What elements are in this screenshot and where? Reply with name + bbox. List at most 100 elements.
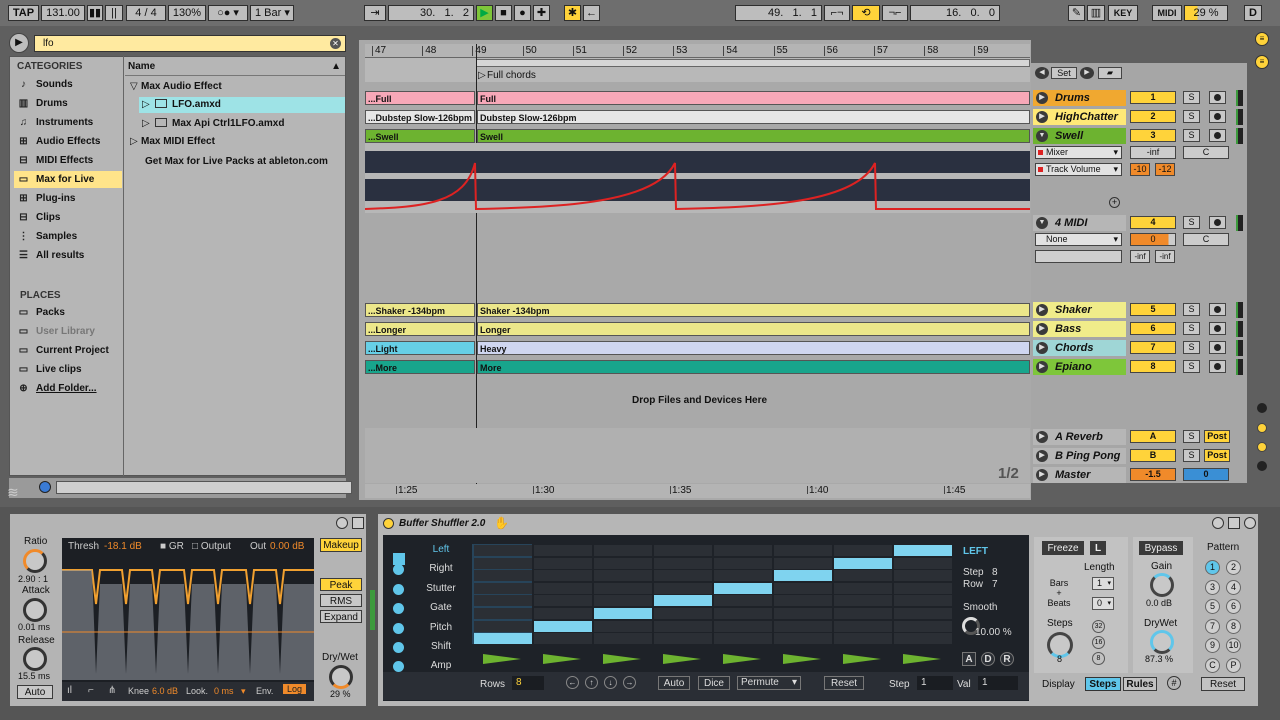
step-cell[interactable] bbox=[834, 608, 892, 619]
auto-release-button[interactable]: Auto bbox=[17, 685, 53, 699]
preview-waveform[interactable] bbox=[56, 481, 352, 494]
clip-right[interactable]: Dubstep Slow-126bpm bbox=[477, 110, 1030, 124]
step-cell[interactable] bbox=[774, 633, 832, 645]
punch-in-icon[interactable]: ⌐¬ bbox=[824, 5, 850, 21]
step-cell[interactable] bbox=[594, 608, 652, 619]
automation-param-dropdown[interactable]: Track Volume ▾ bbox=[1035, 163, 1122, 176]
ratio-knob[interactable] bbox=[23, 549, 47, 573]
step-edit-field[interactable]: 1 bbox=[917, 676, 953, 690]
track-fold-icon[interactable]: ▼ bbox=[1036, 130, 1048, 142]
step-cell[interactable] bbox=[474, 570, 532, 582]
expand-button[interactable]: Expand bbox=[320, 610, 362, 623]
locator-label[interactable]: Full chords bbox=[487, 70, 536, 81]
step-cell[interactable] bbox=[714, 582, 772, 594]
step-cell[interactable] bbox=[894, 595, 952, 607]
arm-button[interactable] bbox=[1209, 360, 1226, 373]
pattern-reset-button[interactable]: Reset bbox=[1201, 677, 1245, 691]
track-header-shaker[interactable]: ▶ Shaker bbox=[1033, 302, 1126, 318]
step-cell[interactable] bbox=[714, 557, 772, 569]
key-map-button[interactable]: KEY bbox=[1108, 5, 1138, 21]
step-cell[interactable] bbox=[894, 557, 952, 569]
attack-knob[interactable] bbox=[23, 598, 47, 622]
mixer-toggle-icon[interactable] bbox=[1257, 461, 1267, 471]
step-cell[interactable] bbox=[534, 570, 592, 582]
track-header-epiano[interactable]: ▶ Epiano bbox=[1033, 359, 1126, 375]
shift-left-icon[interactable]: ← bbox=[566, 676, 579, 689]
clip-right[interactable]: Full bbox=[477, 91, 1030, 105]
clip-left[interactable]: ...Swell bbox=[365, 129, 475, 143]
step-cell[interactable] bbox=[654, 570, 712, 582]
loop-start[interactable]: 49. 1. 1 bbox=[735, 5, 822, 21]
track-header-drums[interactable]: ▶ Drums bbox=[1033, 90, 1126, 106]
time-signature[interactable]: 4 / 4 bbox=[126, 5, 166, 21]
d-button[interactable]: D bbox=[981, 652, 995, 666]
out-value[interactable]: 0.00 dB bbox=[270, 541, 304, 552]
clear-search-icon[interactable]: ✕ bbox=[330, 38, 341, 49]
step-cell[interactable] bbox=[654, 595, 712, 607]
solo-button[interactable]: S bbox=[1183, 449, 1200, 462]
peak-mode-icon[interactable]: ıl bbox=[67, 685, 72, 696]
browser-item-lfo[interactable]: ▷ LFO.amxd bbox=[139, 97, 345, 113]
track-header-chords[interactable]: ▶ Chords bbox=[1033, 340, 1126, 356]
device-save-icon[interactable] bbox=[1228, 517, 1240, 529]
step-cell[interactable] bbox=[714, 608, 772, 619]
track-header-bass[interactable]: ▶ Bass bbox=[1033, 321, 1126, 337]
step-cell[interactable] bbox=[894, 608, 952, 619]
place-live-clips[interactable]: ▭ Live clips bbox=[14, 361, 122, 378]
track-fold-icon[interactable]: ▶ bbox=[1036, 361, 1048, 373]
solo-button[interactable]: S bbox=[1183, 303, 1200, 316]
step-cell[interactable] bbox=[594, 595, 652, 607]
step-cell[interactable] bbox=[714, 595, 772, 607]
step-cell[interactable] bbox=[594, 633, 652, 645]
gain-knob[interactable] bbox=[1150, 573, 1174, 597]
shift-up-icon[interactable]: ↑ bbox=[585, 676, 598, 689]
row-dot[interactable] bbox=[393, 583, 404, 595]
device-on-icon[interactable] bbox=[383, 518, 394, 529]
clip-left[interactable]: ...Longer bbox=[365, 322, 475, 336]
step-cell[interactable] bbox=[474, 545, 532, 556]
punch-out-icon[interactable]: ¬⌐ bbox=[882, 5, 908, 21]
midi-pan[interactable]: C bbox=[1183, 233, 1229, 246]
step-cell[interactable] bbox=[474, 582, 532, 594]
knee-value[interactable]: 6.0 dB bbox=[152, 686, 178, 696]
bypass-button[interactable]: Bypass bbox=[1139, 541, 1183, 555]
freeze-button[interactable]: Freeze bbox=[1042, 541, 1084, 555]
midi-send-a[interactable]: -inf bbox=[1130, 250, 1150, 263]
solo-button[interactable]: S bbox=[1183, 129, 1200, 142]
r-button[interactable]: R bbox=[1000, 652, 1014, 666]
swell-pan[interactable]: C bbox=[1183, 146, 1229, 159]
auto-button[interactable]: Auto bbox=[658, 676, 690, 690]
step-cell[interactable] bbox=[654, 582, 712, 594]
row-label-gate[interactable]: Gate bbox=[416, 599, 466, 617]
track-fold-icon[interactable]: ▶ bbox=[1036, 450, 1048, 462]
pattern-button[interactable]: C bbox=[1205, 657, 1220, 673]
shift-right-icon[interactable]: → bbox=[623, 676, 636, 689]
sends-toggle-icon[interactable] bbox=[1257, 423, 1267, 433]
makeup-button[interactable]: Makeup bbox=[320, 538, 362, 552]
clip-right[interactable]: Swell bbox=[477, 129, 1030, 143]
row-dot[interactable] bbox=[393, 642, 404, 653]
place-user-library[interactable]: ▭ User Library bbox=[14, 323, 122, 340]
device-fold-icon[interactable] bbox=[336, 517, 348, 529]
send-a-value[interactable]: -10 bbox=[1130, 163, 1150, 176]
category-drums[interactable]: ▥ Drums bbox=[14, 95, 122, 112]
quantize-dropdown[interactable]: 1 Bar ▾ bbox=[250, 5, 294, 21]
track-number[interactable]: 7 bbox=[1130, 341, 1176, 354]
step-cell[interactable] bbox=[834, 595, 892, 607]
track-number[interactable]: 4 bbox=[1130, 216, 1176, 229]
follow-arrow-icon[interactable]: ⇥ bbox=[364, 5, 386, 21]
master-pan[interactable]: 0 bbox=[1183, 468, 1229, 481]
io-toggle-icon[interactable] bbox=[1257, 403, 1267, 413]
step-cell[interactable] bbox=[774, 570, 832, 582]
tap-button[interactable]: TAP bbox=[8, 5, 39, 21]
track-number[interactable]: 2 bbox=[1130, 110, 1176, 123]
solo-button[interactable]: S bbox=[1183, 341, 1200, 354]
step-cell[interactable] bbox=[654, 633, 712, 645]
step-cell[interactable] bbox=[534, 620, 592, 632]
follow-toggle-icon[interactable]: ○● ▾ bbox=[208, 5, 248, 21]
arm-button[interactable] bbox=[1209, 110, 1226, 123]
track-number[interactable]: 8 bbox=[1130, 360, 1176, 373]
pattern-button[interactable]: 1 bbox=[1205, 560, 1220, 575]
loop-length[interactable]: 16. 0. 0 bbox=[910, 5, 1000, 21]
place-current-project[interactable]: ▭ Current Project bbox=[14, 342, 122, 359]
